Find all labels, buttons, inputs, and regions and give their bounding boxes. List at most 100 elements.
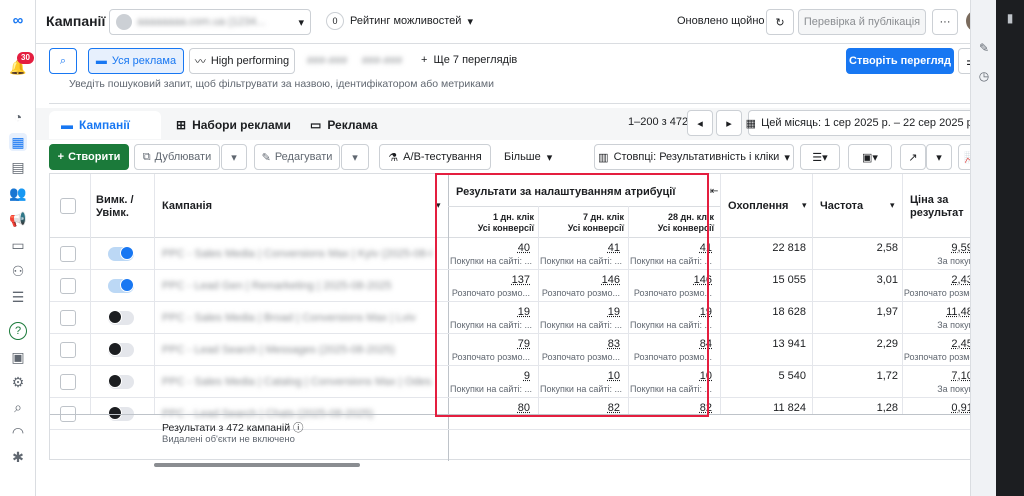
tab-adsets[interactable]: ⊞ Набори реклами <box>164 111 294 139</box>
breakdown-button[interactable]: ☰▾ <box>800 144 840 170</box>
next-page-button[interactable]: ▸ <box>716 110 742 136</box>
col-onoff[interactable]: Вимк. / Увімк. <box>96 194 146 220</box>
duplicate-button[interactable]: ⧉ Дублювати <box>134 144 220 170</box>
tab-ads[interactable]: ▭ Реклама <box>298 111 408 139</box>
breakdown-icon: ☰▾ <box>812 151 828 164</box>
campaign-name[interactable]: PPC - Lead Search | Messages (2025-08-20… <box>162 344 432 356</box>
help-icon[interactable]: ? <box>9 322 27 340</box>
gauge-icon[interactable]: ◔ <box>9 108 27 126</box>
copy-icon: ⧉ <box>142 150 151 163</box>
export-dropdown[interactable]: ▾ <box>926 144 952 170</box>
review-publish-button[interactable]: Перевірка й публікація <box>798 9 926 35</box>
rating-count: 0 <box>326 12 344 30</box>
tab-adsets-label: Набори реклами <box>192 118 291 132</box>
select-all-checkbox[interactable] <box>60 198 76 214</box>
campaign-name[interactable]: PPC - Lead Gen | Remarketing | 2025-08-2… <box>162 280 432 292</box>
row-checkbox[interactable] <box>60 310 76 326</box>
update-status: Оновлено щойно <box>677 15 765 27</box>
headset-icon[interactable]: ◠ <box>9 423 27 441</box>
saved-view-1[interactable]: ###-### <box>301 48 353 74</box>
row-checkbox[interactable] <box>60 246 76 262</box>
pencil-icon[interactable]: ✎ <box>976 40 992 56</box>
col-cost-per-result[interactable]: Ціна за результат <box>910 194 970 220</box>
create-label: Створити <box>68 151 121 163</box>
gear-icon[interactable]: ⚙ <box>9 373 27 391</box>
collapse-icon[interactable]: ⇤ <box>710 186 718 197</box>
saved-view-2[interactable]: ###-### <box>356 48 408 74</box>
campaign-toggle[interactable] <box>108 342 134 357</box>
rating-button[interactable]: 0 Рейтинг можливостей ▾ <box>326 12 473 30</box>
notification-badge: 30 <box>17 52 34 64</box>
frequency-value: 1,72 <box>876 370 898 382</box>
prev-page-button[interactable]: ◂ <box>687 110 713 136</box>
row-checkbox[interactable] <box>60 374 76 390</box>
horizontal-scrollbar[interactable] <box>154 463 360 467</box>
chevron-down-icon: ▾ <box>298 16 304 29</box>
high-performing-view[interactable]: 〰 High performing <box>189 48 295 74</box>
flask-icon: ⚗ <box>388 151 399 164</box>
bug-icon[interactable]: ✱ <box>9 448 27 466</box>
duplicate-dropdown[interactable]: ▾ <box>221 144 247 170</box>
menu-icon[interactable]: ☰ <box>9 288 27 306</box>
info-icon[interactable]: ⓘ <box>293 422 304 434</box>
more-views-button[interactable]: + Ще 7 переглядів <box>421 54 517 66</box>
date-range-label: Цей місяць: 1 сер 2025 р. – 22 сер 2025 … <box>761 117 976 129</box>
table-icon[interactable]: ▦ <box>9 133 27 151</box>
billing-icon[interactable]: ▭ <box>9 236 27 254</box>
edit-button[interactable]: ✎ Редагувати <box>254 144 340 170</box>
campaign-name[interactable]: PPC - Sales Media | Conversions Max | Ky… <box>162 248 432 260</box>
chevron-down-icon: ▾ <box>231 151 237 164</box>
more-actions-button[interactable]: Більше ▾ <box>504 151 552 164</box>
more-icon: ··· <box>939 16 951 28</box>
megaphone-icon[interactable]: 📢 <box>9 210 27 228</box>
right-dark-bar: ▮ <box>996 0 1024 496</box>
campaign-name[interactable]: PPC - Sales Media | Catalog | Conversion… <box>162 376 432 388</box>
search-button[interactable]: ⌕ <box>49 48 77 74</box>
campaign-toggle[interactable] <box>108 310 134 325</box>
edit-dropdown[interactable]: ▾ <box>341 144 369 170</box>
campaign-toggle[interactable] <box>108 278 134 293</box>
more-button[interactable]: ··· <box>932 9 958 35</box>
all-ads-view[interactable]: ▬ Уся реклама <box>88 48 184 74</box>
audience-icon[interactable]: ⚇ <box>9 262 27 280</box>
search-input[interactable]: Уведіть пошуковий запит, щоб фільтрувати… <box>49 78 984 104</box>
refresh-icon: ↻ <box>775 16 785 29</box>
pages-icon[interactable]: ▤ <box>9 158 27 176</box>
reports-button[interactable]: ▣▾ <box>848 144 892 170</box>
meta-logo-icon[interactable]: ∞ <box>9 12 27 30</box>
export-button[interactable]: ↗ <box>900 144 926 170</box>
row-checkbox[interactable] <box>60 342 76 358</box>
campaign-toggle[interactable] <box>108 246 134 261</box>
sort-icon[interactable]: ▾ <box>802 200 807 211</box>
account-selector[interactable]: aaaaaaaa.com.ua (1234... ▾ <box>109 9 311 35</box>
edit-label: Редагувати <box>274 151 333 163</box>
row-checkbox[interactable] <box>60 278 76 294</box>
date-range-picker[interactable]: ▦ Цей місяць: 1 сер 2025 р. – 22 сер 2025… <box>746 110 986 136</box>
search-icon[interactable]: ⌕ <box>9 398 27 416</box>
ab-test-button[interactable]: ⚗ A/B-тестування <box>379 144 491 170</box>
col-frequency[interactable]: Частота <box>820 200 863 212</box>
columns-selector[interactable]: ▥ Стовпці: Результативність і кліки ▾ <box>594 144 794 170</box>
col-reach[interactable]: Охоплення <box>728 200 788 212</box>
chart-icon[interactable]: ▮ <box>1002 10 1018 26</box>
refresh-button[interactable]: ↻ <box>766 9 794 35</box>
clock-icon[interactable]: ◷ <box>976 68 992 84</box>
plus-icon: + <box>421 54 428 66</box>
sort-icon[interactable]: ▾ <box>890 200 895 211</box>
grid-icon: ⊞ <box>176 118 187 132</box>
people-icon[interactable]: 👥 <box>9 184 27 202</box>
reach-value: 13 941 <box>772 338 806 350</box>
col-campaign[interactable]: Кампанія <box>162 200 212 212</box>
news-icon[interactable]: ▣ <box>9 348 27 366</box>
create-view-button[interactable]: Створіть перегляд <box>846 48 954 74</box>
folder-icon: ▬ <box>61 118 73 132</box>
create-button[interactable]: + Створити <box>49 144 129 170</box>
campaign-name[interactable]: PPC - Sales Media | Broad | Conversions … <box>162 312 432 324</box>
reach-value: 18 628 <box>772 306 806 318</box>
frequency-value: 1,28 <box>876 402 898 414</box>
tab-campaigns[interactable]: ▬ Кампанії <box>49 111 161 139</box>
saved-view-2-label: ###-### <box>361 55 403 67</box>
campaign-toggle[interactable] <box>108 374 134 389</box>
rating-label: Рейтинг можливостей <box>350 15 462 27</box>
reach-value: 5 540 <box>778 370 806 382</box>
